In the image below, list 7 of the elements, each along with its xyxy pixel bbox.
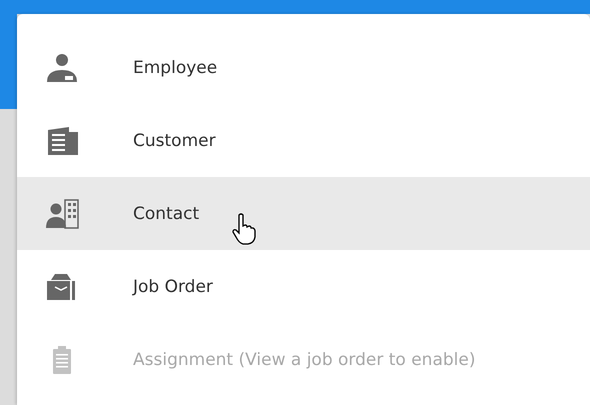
- hand-cursor-icon: [231, 213, 257, 245]
- menu-item[interactable]: Employee: [17, 31, 590, 104]
- building-icon: [45, 126, 81, 156]
- menu-item[interactable]: Customer: [17, 104, 590, 177]
- menu-item[interactable]: Contact: [17, 177, 590, 250]
- menu-item[interactable]: Job Order: [17, 250, 590, 323]
- person-building-icon: [45, 198, 81, 228]
